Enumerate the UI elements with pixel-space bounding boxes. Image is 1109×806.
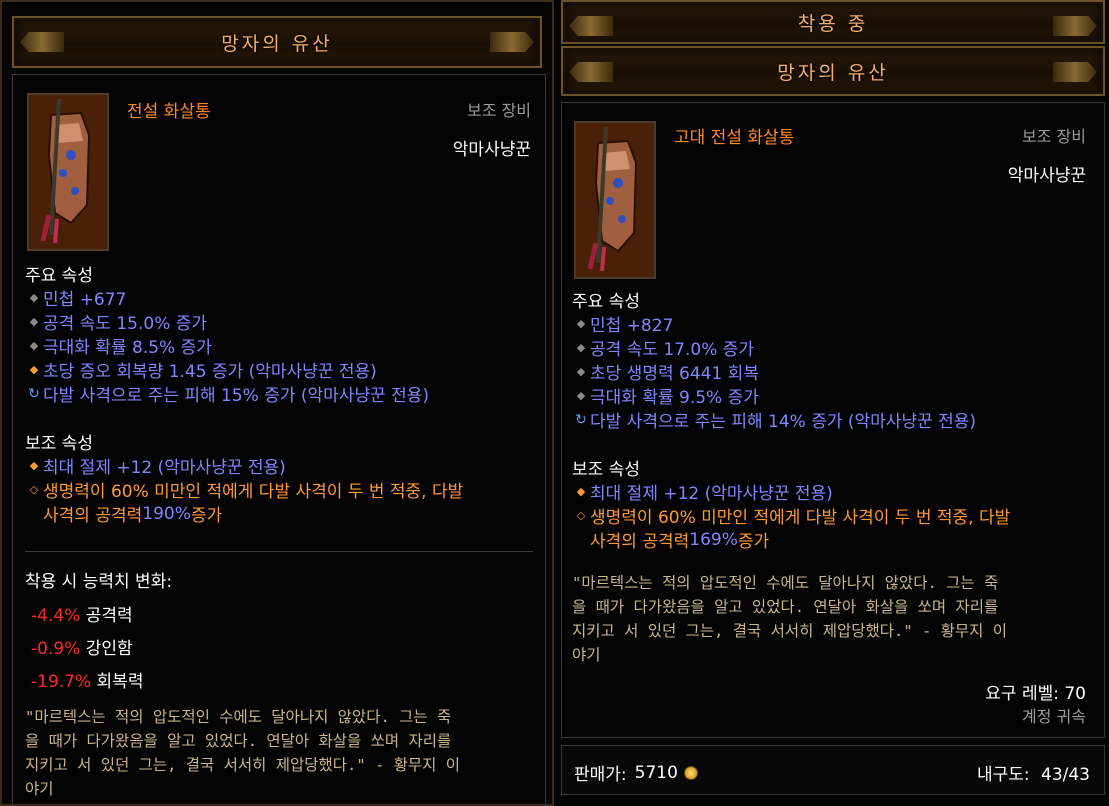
quiver-icon xyxy=(27,93,109,251)
diamond-bullet-icon: ◆ xyxy=(29,363,39,376)
item-class: 악마사냥꾼 xyxy=(452,140,531,160)
diamond-bullet-icon: ◆ xyxy=(576,317,586,330)
stat-change-row: -0.9% 강인함 xyxy=(31,639,133,659)
primary-stat: ◆ 초당 생명력 6441 회복 xyxy=(572,359,759,384)
diamond-bullet-icon: ◆ xyxy=(576,485,586,498)
flavor-text: "마르텍스는 적의 압도적인 수에도 달아나지 않았다. 그는 죽 을 때가 다… xyxy=(25,708,461,798)
diamond-bullet-icon: ◆ xyxy=(29,459,39,472)
secondary-attributes-label: 보조 속성 xyxy=(572,460,640,480)
item-rarity-type: 고대 전설 화살통 xyxy=(674,128,795,148)
secondary-stat: ◆ 최대 절제 +12 (악마사냥꾼 전용) xyxy=(25,453,286,478)
equipped-label: 착용 중 xyxy=(797,12,869,35)
stat-change-row: -19.7% 회복력 xyxy=(31,672,144,692)
hovered-item-tooltip: 망자의 유산 전설 화살통 보조 장비 악마사냥꾼 주요 속성 ◆ 민첩 +677… xyxy=(0,0,554,806)
flavor-text: "마르텍스는 적의 압도적인 수에도 달아나지 않았다. 그는 죽 을 때가 다… xyxy=(572,574,1008,664)
account-bound: 계정 귀속 xyxy=(1022,707,1086,726)
item-details: 고대 전설 화살통 보조 장비 악마사냥꾼 주요 속성 ◆ 민첩 +827 ◆ 공격… xyxy=(561,102,1105,738)
primary-attributes-label: 주요 속성 xyxy=(572,292,640,312)
secondary-stat: ◆ 최대 절제 +12 (악마사냥꾼 전용) xyxy=(572,479,833,504)
item-slot: 보조 장비 xyxy=(467,101,531,120)
legendary-power-cont: 사격의 공격력 190% 증가 xyxy=(43,503,223,527)
stat-change-row: -4.4% 공격력 xyxy=(31,606,133,626)
cycle-icon: ↻ xyxy=(28,385,40,402)
diamond-bullet-icon: ◆ xyxy=(29,315,39,328)
hollow-diamond-icon: ◇ xyxy=(576,509,586,522)
primary-stat: ◆ 민첩 +677 xyxy=(25,285,127,310)
item-name: 망자의 유산 xyxy=(221,32,333,55)
diamond-bullet-icon: ◆ xyxy=(29,291,39,304)
legendary-power: ◇ 생명력이 60% 미만인 적에게 다발 사격이 두 번 적중, 다발 xyxy=(25,477,464,502)
primary-stat: ↻ 다발 사격으로 주는 피해 15% 증가 (악마사냥꾼 전용) xyxy=(25,381,429,407)
diamond-bullet-icon: ◆ xyxy=(576,389,586,402)
sell-price: 판매가: 5710 xyxy=(574,760,698,785)
stat-changes-label: 착용 시 능력치 변화: xyxy=(25,572,173,592)
item-class: 악마사냥꾼 xyxy=(1007,166,1086,186)
item-title-bar: 망자의 유산 xyxy=(12,16,542,68)
diamond-bullet-icon: ◆ xyxy=(29,339,39,352)
item-name: 망자의 유산 xyxy=(777,61,889,84)
primary-stat: ◆ 공격 속도 15.0% 증가 xyxy=(25,309,207,334)
primary-stat: ↻ 다발 사격으로 주는 피해 14% 증가 (악마사냥꾼 전용) xyxy=(572,407,976,433)
legendary-power: ◇ 생명력이 60% 미만인 적에게 다발 사격이 두 번 적중, 다발 xyxy=(572,503,1011,528)
secondary-attributes-label: 보조 속성 xyxy=(25,434,93,454)
item-footer: 판매가: 5710 내구도: 43/43 xyxy=(561,745,1105,795)
gold-coin-icon xyxy=(683,765,698,780)
item-title-bar: 망자의 유산 xyxy=(561,46,1105,96)
primary-stat: ◆ 공격 속도 17.0% 증가 xyxy=(572,335,754,360)
item-details: 전설 화살통 보조 장비 악마사냥꾼 주요 속성 ◆ 민첩 +677 ◆ 공격 속도… xyxy=(12,74,546,804)
required-level: 요구 레벨: 70 xyxy=(985,684,1086,704)
cycle-icon: ↻ xyxy=(575,411,587,428)
equipped-item-tooltip: 착용 중 망자의 유산 고대 전설 화살통 보조 장비 악마사냥꾼 주요 속성 … xyxy=(557,0,1109,806)
equipped-banner: 착용 중 xyxy=(561,0,1105,44)
durability: 내구도: 43/43 xyxy=(976,765,1090,785)
quiver-icon xyxy=(574,121,656,279)
primary-stat: ◆ 극대화 확률 9.5% 증가 xyxy=(572,383,759,408)
diamond-bullet-icon: ◆ xyxy=(576,341,586,354)
primary-attributes-label: 주요 속성 xyxy=(25,266,93,286)
primary-stat: ◆ 민첩 +827 xyxy=(572,311,674,336)
legendary-power-cont: 사격의 공격력 169% 증가 xyxy=(590,529,770,553)
diamond-bullet-icon: ◆ xyxy=(576,365,586,378)
item-slot: 보조 장비 xyxy=(1022,127,1086,146)
item-rarity-type: 전설 화살통 xyxy=(127,102,211,122)
primary-stat: ◆ 극대화 확률 8.5% 증가 xyxy=(25,333,212,358)
divider xyxy=(25,551,533,552)
primary-stat: ◆ 초당 증오 회복량 1.45 증가 (악마사냥꾼 전용) xyxy=(25,357,377,382)
hollow-diamond-icon: ◇ xyxy=(29,483,39,496)
